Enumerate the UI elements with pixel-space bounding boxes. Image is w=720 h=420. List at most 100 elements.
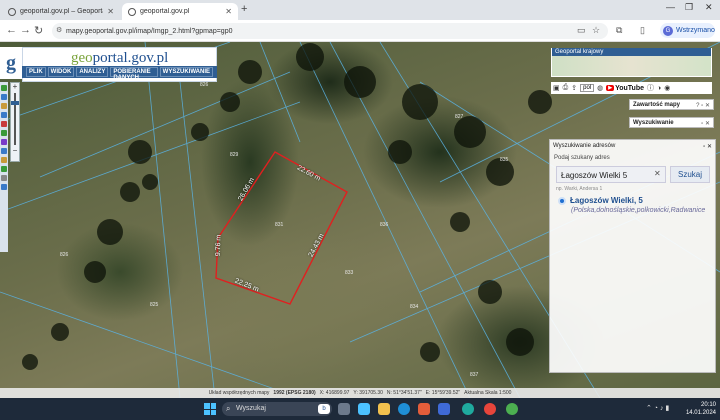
map-tool-strip — [0, 82, 8, 252]
task-view-icon[interactable] — [338, 403, 350, 415]
globe-icon — [128, 7, 136, 16]
bookmark-star-icon[interactable]: ☆ — [592, 25, 600, 36]
geoportal-logo-letter: g — [6, 51, 16, 74]
site-info-icon[interactable]: ⚙ — [56, 26, 62, 34]
map-contents-toggle[interactable]: Zawartość mapy ? ▫ ✕ — [629, 99, 714, 110]
geoportal-menu: PLIK WIDOK ANALIZY POBIERANIE DANYCH WYS… — [22, 66, 217, 81]
menu-item-analizy[interactable]: ANALIZY — [76, 67, 109, 77]
gps-icon[interactable] — [1, 166, 7, 172]
youtube-link[interactable]: ▶ YouTube — [606, 85, 644, 92]
map-contents-label: Zawartość mapy — [633, 102, 681, 108]
close-icon[interactable]: ✕ — [107, 7, 114, 16]
new-tab-icon[interactable]: + — [241, 3, 247, 15]
help-icon[interactable]: ⓘ — [647, 83, 654, 93]
panel-controls-icon[interactable]: ? ▫ ✕ — [696, 102, 710, 109]
address-input[interactable]: Łagoszów Wielki 5 — [556, 166, 666, 183]
cast-icon[interactable]: ▭ — [577, 25, 586, 36]
mail-icon[interactable] — [438, 403, 450, 415]
address-prompt: Podaj szukany adres — [554, 155, 610, 161]
system-tray-icons[interactable]: ⌃ ◔ ♪ ▮ — [646, 404, 669, 412]
address-hint: np. Warki, Andersa 1 — [556, 186, 603, 192]
result-path: (Polska,dolnośląskie,polkowicki,Radwanic… — [571, 207, 706, 214]
menu-item-pobieranie[interactable]: POBIERANIE DANYCH — [110, 67, 158, 81]
map-status-bar: Układ współrzędnych mapy 1992 (EPSG 2180… — [0, 388, 720, 398]
result-name[interactable]: Łagoszów Wielki, 5 — [570, 196, 643, 205]
parcel-number: 831 — [275, 222, 284, 228]
map-view[interactable]: 22.60 m 24.43 m 22.25 m 9.76 m 26.06 m 4… — [0, 42, 720, 398]
clock-time: 20:10 — [700, 402, 716, 408]
language-select[interactable]: pol — [580, 84, 595, 92]
widgets-icon[interactable] — [358, 403, 370, 415]
share-icon[interactable]: ⇪ — [571, 84, 577, 92]
zoom-in-tool-icon[interactable] — [1, 94, 7, 100]
taskbar-clock[interactable]: 20:10 14.01.2024 — [680, 401, 716, 417]
zoom-in-button[interactable]: + — [11, 83, 19, 91]
forward-icon[interactable]: → — [20, 24, 31, 36]
file-explorer-icon[interactable] — [378, 403, 390, 415]
store-icon[interactable] — [418, 403, 430, 415]
sidebar-icon[interactable]: ▯ — [640, 25, 645, 36]
app-icon[interactable] — [462, 403, 474, 415]
geoportal-brand: geoportal.gov.pl — [71, 50, 169, 66]
tab-geoportal[interactable]: geoportal.gov.pl ✕ — [122, 3, 238, 20]
map-toolbar: ▣ ⎙ ⇪ pol ◍ ▶ YouTube ⓘ ◑ ◉ — [551, 82, 712, 94]
panel-controls-icon[interactable]: ▫ ✕ — [703, 143, 712, 150]
address-search-panel: Wyszukiwanie adresów ▫ ✕ Podaj szukany a… — [549, 139, 716, 373]
profile-button[interactable]: G Wstrzymano — [660, 23, 715, 38]
latitude: N: 51°34'51.37" — [386, 390, 422, 396]
taskbar-search-placeholder: Wyszukaj — [236, 405, 266, 412]
reload-icon[interactable]: ↻ — [34, 24, 43, 37]
eye-icon[interactable]: ◉ — [664, 84, 670, 92]
windows-taskbar: ⌕ Wyszukaj b ⌃ ◔ ♪ ▮ 20:10 14.01.2024 — [0, 398, 720, 420]
menu-item-wyszukiwanie[interactable]: WYSZUKIWANIE — [159, 67, 213, 77]
parcel-number: 827 — [455, 114, 464, 120]
home-icon[interactable] — [1, 157, 7, 163]
panel-title-bar: Wyszukiwanie adresów ▫ ✕ — [550, 140, 715, 153]
location-marker-icon — [558, 197, 566, 205]
maximize-icon[interactable]: ❐ — [685, 2, 693, 13]
settings-icon[interactable] — [1, 175, 7, 181]
start-button[interactable] — [204, 403, 216, 415]
draw-icon[interactable] — [1, 121, 7, 127]
zoom-out-button[interactable]: − — [11, 147, 19, 155]
close-icon[interactable]: ✕ — [225, 7, 232, 16]
minimize-icon[interactable]: — — [666, 2, 675, 12]
menu-item-widok[interactable]: WIDOK — [47, 67, 75, 77]
tab-geoportal-krajowy[interactable]: geoportal.gov.pl – Geoportal Kra ✕ — [2, 3, 120, 20]
help-icon[interactable] — [1, 184, 7, 190]
zoom-slider-handle[interactable] — [11, 101, 19, 105]
menu-dots-icon[interactable]: ⋮ — [716, 25, 720, 36]
search-panel-label: Wyszukiwanie — [633, 120, 674, 126]
overview-minimap[interactable]: Geoportal krajowy — [551, 48, 712, 77]
current-scale: Aktualna Skala 1:500 — [464, 390, 512, 396]
print-icon[interactable]: ⎙ — [563, 84, 569, 92]
pan-icon[interactable] — [1, 85, 7, 91]
chrome-icon[interactable] — [484, 403, 496, 415]
menu-item-plik[interactable]: PLIK — [26, 67, 46, 77]
panel-controls-icon[interactable]: ▫ ✕ — [701, 120, 710, 127]
longitude: E: 15°59'39.52" — [425, 390, 461, 396]
url-field[interactable]: ⚙ mapy.geoportal.gov.pl/imap/Imgp_2.html… — [52, 23, 608, 39]
accessibility-icon[interactable]: ◑ — [657, 85, 661, 92]
save-icon[interactable]: ▣ — [553, 84, 560, 92]
url-text: mapy.geoportal.gov.pl/imap/Imgp_2.html?g… — [66, 27, 233, 35]
layers-icon[interactable] — [1, 130, 7, 136]
measure-icon[interactable] — [1, 112, 7, 118]
search-tool-icon[interactable] — [1, 148, 7, 154]
taskbar-search[interactable]: ⌕ Wyszukaj b — [222, 402, 332, 416]
y-coordinate: Y: 391705.30 — [353, 390, 383, 396]
zoom-slider[interactable] — [11, 93, 19, 145]
info-icon[interactable] — [1, 103, 7, 109]
chrome-profile-icon[interactable] — [506, 403, 518, 415]
window-close-icon[interactable]: ✕ — [705, 2, 713, 13]
edge-icon[interactable] — [398, 403, 410, 415]
globe-icon[interactable]: ◍ — [597, 84, 603, 92]
parcel-number: 835 — [500, 157, 509, 163]
print-icon[interactable] — [1, 139, 7, 145]
clear-icon[interactable]: ✕ — [654, 169, 661, 178]
back-icon[interactable]: ← — [6, 24, 17, 36]
search-toggle[interactable]: Wyszukiwanie ▫ ✕ — [629, 117, 714, 128]
search-button[interactable]: Szukaj — [670, 166, 710, 183]
extensions-icon[interactable]: ⧉ — [616, 25, 622, 36]
coordinate-system-value: 1992 (EPSG 2180) — [273, 390, 316, 396]
